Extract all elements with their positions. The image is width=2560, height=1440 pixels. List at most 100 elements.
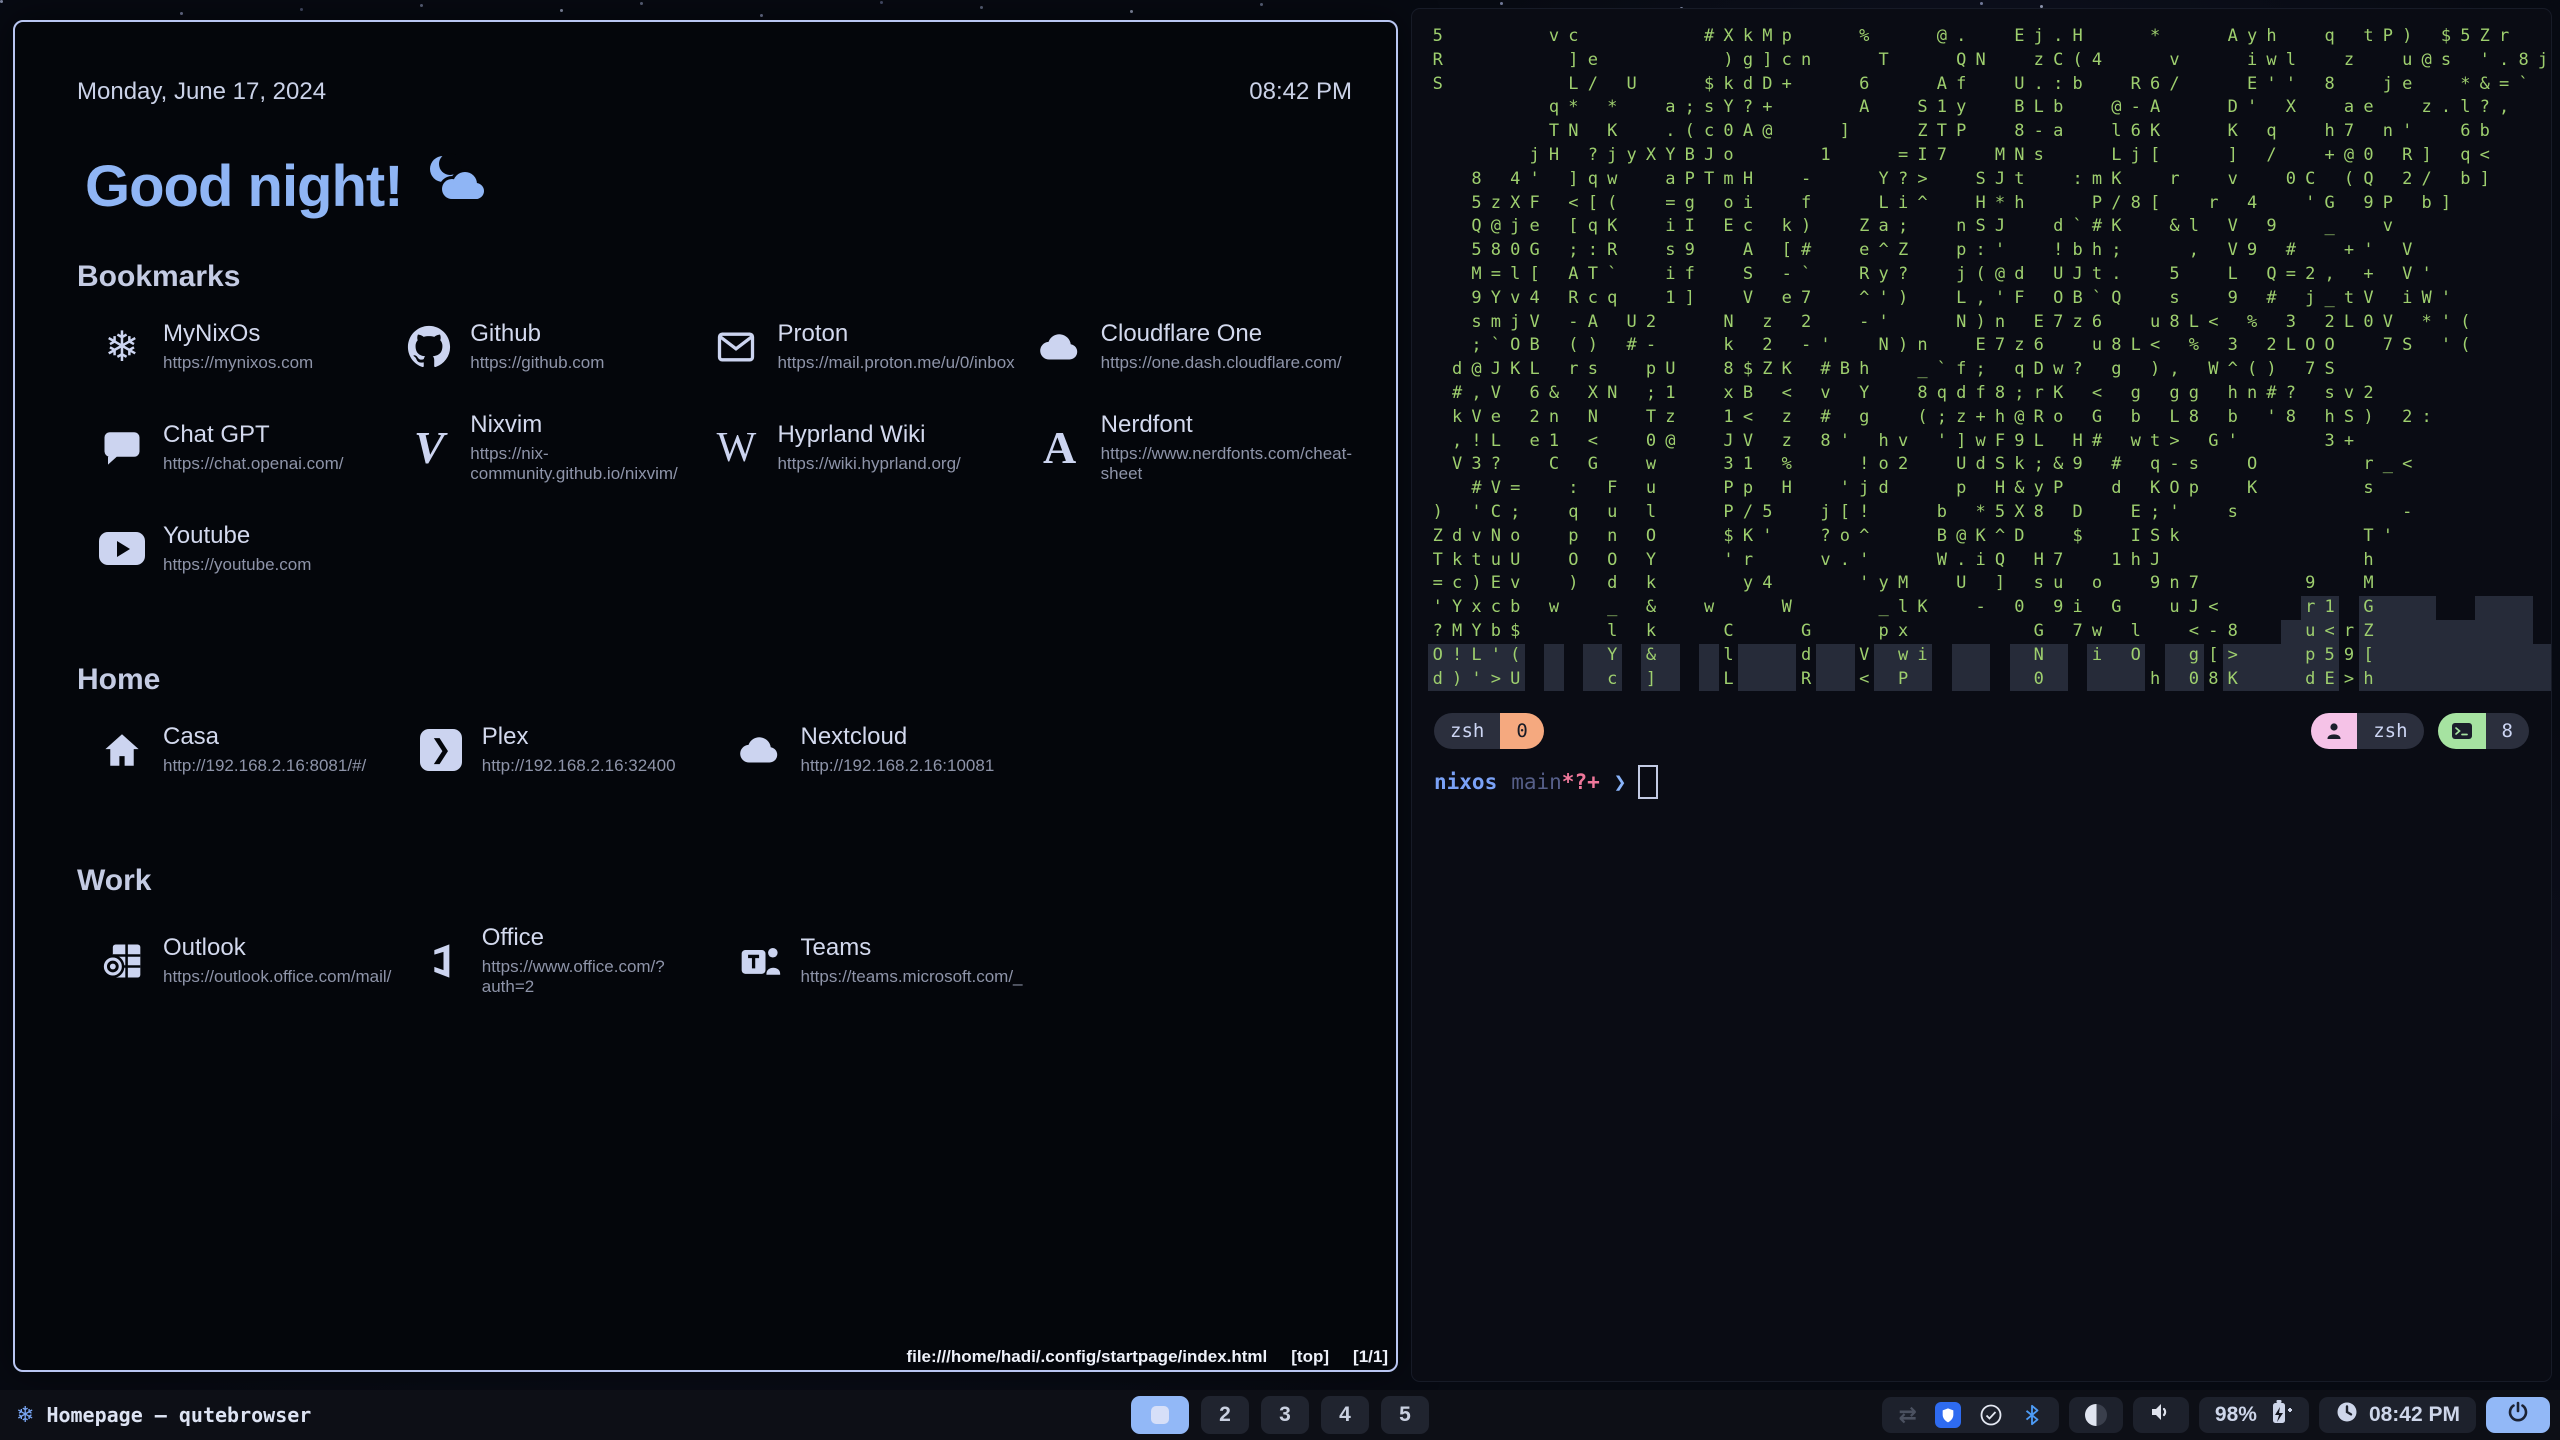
moon-cloud-icon: [421, 152, 487, 220]
bookmark-item[interactable]: Teamshttps://teams.microsoft.com/_: [715, 924, 1034, 997]
matrix-row: V3? C G w 31 % !o2 UdSk;&9 # q-s O r_<: [1428, 453, 2552, 477]
half-moon-icon: [2085, 1404, 2107, 1426]
bookmark-title: Plex: [482, 723, 676, 751]
bookmark-item[interactable]: ❄MyNixOshttps://mynixos.com: [77, 320, 384, 373]
matrix-row: d@JKL rs pU 8$ZK #Bh _`f; qDw? g ), W^()…: [1428, 358, 2552, 382]
matrix-row: jH ?jyXYBJo 1 =I7 MNs Lj[ ] / +@0 R] q<: [1428, 144, 2552, 168]
matrix-row: Q@je [qK iI Ec k) Za; nSJ d`#K &l V 9 _ …: [1428, 215, 2552, 239]
bookmark-url: https://github.com: [470, 353, 604, 373]
bookmark-title: Nerdfont: [1101, 411, 1352, 439]
clock-module[interactable]: 08:42 PM: [2319, 1397, 2476, 1433]
statusbar-scroll-position: [top]: [1291, 1347, 1329, 1367]
bitwarden-shield-icon[interactable]: [1935, 1402, 1961, 1428]
bookmark-title: Office: [482, 924, 715, 952]
bookmark-url: https://outlook.office.com/mail/: [163, 967, 391, 987]
tmux-session-name: zsh: [1434, 713, 1500, 749]
battery-charging-icon: [2267, 1398, 2293, 1432]
tmux-module-label: zsh: [2357, 713, 2423, 749]
matrix-row: R ]e )g]cn T QN zC(4 v iwl z u@s '.8j: [1428, 49, 2552, 73]
tmux-module[interactable]: 8: [2438, 713, 2529, 749]
statusbar-tab-counter: [1/1]: [1353, 1347, 1388, 1367]
plex-icon: ❯: [420, 729, 462, 771]
section-home: Home Casa http://192.168.2.16:8081/#/ ❯ Plex…: [77, 663, 1352, 776]
window-title: Homepage — qutebrowser: [46, 1403, 311, 1427]
greeting-text: Good night!: [85, 153, 403, 220]
cloud-icon: [737, 727, 783, 773]
power-button[interactable]: [2486, 1397, 2550, 1433]
tmux-window-index: 0: [1500, 713, 1543, 749]
matrix-row: #,V 6& XN ;1 xB < v Y 8qdf8;rK < g gg hn…: [1428, 382, 2552, 406]
night-light-toggle[interactable]: [2069, 1397, 2123, 1433]
bookmark-item[interactable]: ❯Plexhttp://192.168.2.16:32400: [396, 723, 715, 776]
check-circle-icon[interactable]: [1979, 1403, 2003, 1427]
bookmark-url: https://mail.proton.me/u/0/inbox: [777, 353, 1014, 373]
bookmark-title: Cloudflare One: [1101, 320, 1342, 348]
volume-module[interactable]: [2133, 1397, 2189, 1433]
power-icon: [2506, 1400, 2530, 1430]
matrix-row: TktuU O O Y 'r v.' W.iQ H7 1hJ h: [1428, 549, 2552, 573]
bar-right-modules: ⇄ 98% 08:42 PM: [1882, 1397, 2550, 1433]
workspace-5[interactable]: 5: [1381, 1396, 1429, 1434]
statusbar-url: file:///home/hadi/.config/startpage/inde…: [906, 1347, 1267, 1367]
bookmark-item[interactable]: Officehttps://www.office.com/?auth=2: [396, 924, 715, 997]
sync-icon[interactable]: ⇄: [1898, 1403, 1916, 1428]
shell-prompt[interactable]: nixos main *?+ ❯: [1434, 765, 1658, 799]
bookmark-title: MyNixOs: [163, 320, 313, 348]
prompt-symbol: ❯: [1614, 770, 1627, 794]
section-title: Bookmarks: [77, 260, 1352, 294]
battery-percentage: 98%: [2215, 1403, 2257, 1427]
bookmark-item[interactable]: Github https://github.com: [384, 320, 691, 373]
bookmark-title: Outlook: [163, 934, 391, 962]
bookmark-item[interactable]: Casa http://192.168.2.16:8081/#/: [77, 723, 396, 776]
bookmark-url: http://192.168.2.16:8081/#/: [163, 756, 366, 776]
bookmark-url: http://192.168.2.16:10081: [801, 756, 995, 776]
bookmark-item[interactable]: Cloudflare Onehttps://one.dash.cloudflar…: [1015, 320, 1352, 373]
startpage-date: Monday, June 17, 2024: [77, 78, 326, 106]
bookmark-url: https://teams.microsoft.com/_: [801, 967, 1023, 987]
bookmark-item[interactable]: Outlook https://outlook.office.com/mail/: [77, 924, 396, 997]
workspace-1[interactable]: [1131, 1396, 1189, 1434]
bookmark-item[interactable]: Nextcloudhttp://192.168.2.16:10081: [715, 723, 1034, 776]
cloud-icon: [1037, 324, 1083, 370]
workspace-2[interactable]: 2: [1201, 1396, 1249, 1434]
bookmark-item[interactable]: WHyprland Wikihttps://wiki.hyprland.org/: [691, 411, 1014, 484]
window-title-module: ❄ Homepage — qutebrowser: [16, 1390, 311, 1440]
workspace-3[interactable]: 3: [1261, 1396, 1309, 1434]
status-bar: ❄ Homepage — qutebrowser 2 345 ⇄ 98% 08:4…: [0, 1390, 2560, 1440]
battery-module[interactable]: 98%: [2199, 1397, 2309, 1433]
matrix-row: #V= : F u Pp H 'jd p H&yP d KOp K s: [1428, 477, 2552, 501]
bookmark-title: Github: [470, 320, 604, 348]
workspace-label: 2: [1219, 1403, 1231, 1427]
bookmark-item[interactable]: Chat GPThttps://chat.openai.com/: [77, 411, 384, 484]
letter-v-icon: V: [414, 425, 445, 471]
bookmark-item[interactable]: ANerdfonthttps://www.nerdfonts.com/cheat…: [1015, 411, 1352, 484]
matrix-row: q* * a;sY?+ A S1y BLb @-A D' X ae z.l?,: [1428, 96, 2552, 120]
bookmark-title: Casa: [163, 723, 366, 751]
bookmark-url: https://chat.openai.com/: [163, 454, 344, 474]
matrix-row: ZdvNo p n O $K' ?o^ B@K^D $ ISk T': [1428, 525, 2552, 549]
section-title: Home: [77, 663, 1352, 697]
matrix-row: smjV -A U2 N z 2 -' N)n E7z6 u8L< % 3 2L…: [1428, 311, 2552, 335]
terminal-icon: [2451, 722, 2473, 740]
bookmark-item[interactable]: VNixvimhttps://nix-community.github.io/n…: [384, 411, 691, 484]
bookmark-item[interactable]: Proton https://mail.proton.me/u/0/inbox: [691, 320, 1014, 373]
bookmark-item[interactable]: Youtubehttps://youtube.com: [77, 522, 384, 575]
matrix-row: 5zXF <[( =g oi f Li^ H*h P/8[ r 4 'G 9P …: [1428, 192, 2552, 216]
youtube-icon: [99, 532, 145, 565]
teams-icon: [738, 939, 782, 983]
bluetooth-icon[interactable]: [2021, 1404, 2043, 1426]
section-title: Work: [77, 864, 1352, 898]
greeting-heading: Good night!: [85, 152, 1396, 220]
bookmark-url: https://mynixos.com: [163, 353, 313, 373]
volume-icon: [2149, 1400, 2173, 1430]
tmux-session-pill[interactable]: zsh 0: [1434, 713, 1544, 749]
bookmark-sections: Bookmarks❄MyNixOshttps://mynixos.comGith…: [77, 260, 1352, 997]
bookmark-title: Proton: [777, 320, 1014, 348]
prompt-git-status: *?+: [1562, 770, 1600, 794]
qutebrowser-window: Monday, June 17, 2024 08:42 PM Good nigh…: [13, 20, 1398, 1372]
matrix-row: O!L'( Y & l d V wi N i O g[> p59[: [1428, 644, 2552, 668]
workspace-4[interactable]: 4: [1321, 1396, 1369, 1434]
tmux-right-modules: zsh 8: [2311, 713, 2529, 749]
matrix-row: S L/ U $kdD+ 6 Af U.:b R6/ E'' 8 je *&=`: [1428, 73, 2552, 97]
tmux-module[interactable]: zsh: [2311, 713, 2423, 749]
